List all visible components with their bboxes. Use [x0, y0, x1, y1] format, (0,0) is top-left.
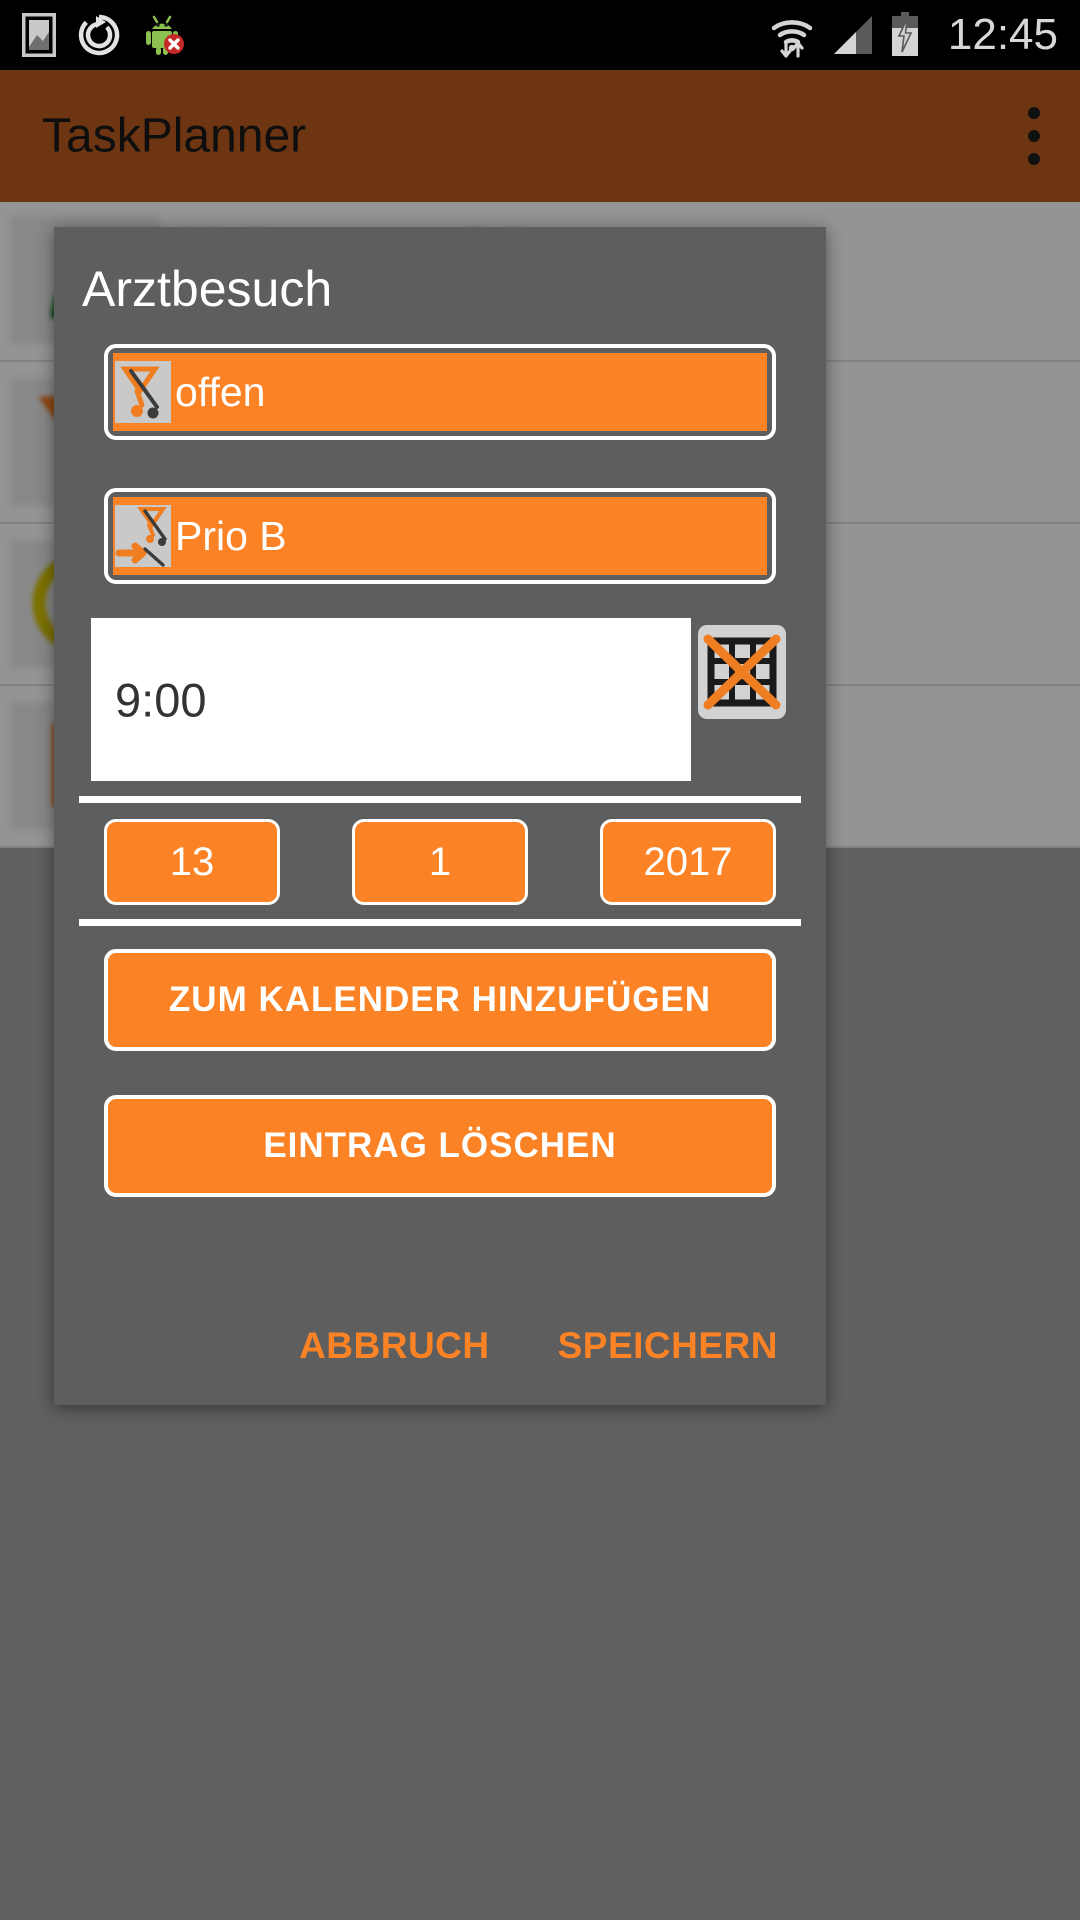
save-button[interactable]: SPEICHERN [558, 1325, 778, 1367]
cellular-signal-icon [830, 12, 876, 58]
status-bar-clock: 12:45 [947, 10, 1058, 59]
status-bar-right-icons: 12:45 [768, 10, 1058, 60]
calendar-remove-button[interactable] [698, 625, 786, 719]
status-open-icon [115, 361, 171, 423]
app-title: TaskPlanner [42, 109, 307, 163]
priority-arrow-icon [115, 505, 171, 567]
priority-spinner-value: Prio B [175, 512, 287, 559]
dialog-title: Arztbesuch [82, 261, 333, 317]
screenshot-icon [21, 12, 57, 58]
android-error-icon [142, 13, 186, 57]
overflow-menu-icon[interactable] [1028, 107, 1040, 165]
date-year-button[interactable]: 2017 [600, 819, 776, 905]
sync-icon [78, 14, 120, 56]
time-input[interactable]: 9:00 [91, 618, 691, 781]
date-month-button[interactable]: 1 [352, 819, 528, 905]
priority-spinner[interactable]: Prio B [104, 488, 776, 584]
calendar-remove-icon [703, 634, 781, 710]
app-bar: TaskPlanner [0, 70, 1080, 202]
delete-entry-button[interactable]: EINTRAG LÖSCHEN [104, 1095, 776, 1197]
wifi-data-icon [768, 11, 816, 59]
date-day-button[interactable]: 13 [104, 819, 280, 905]
time-input-value: 9:00 [115, 673, 207, 726]
status-spinner-value: offen [175, 368, 266, 415]
status-bar: 12:45 [0, 0, 1080, 70]
battery-charging-icon [890, 12, 920, 58]
status-bar-left-icons [21, 12, 186, 58]
status-spinner[interactable]: offen [104, 344, 776, 440]
dialog-action-bar: ABBRUCH SPEICHERN [54, 1287, 826, 1405]
add-to-calendar-button[interactable]: ZUM KALENDER HINZUFÜGEN [104, 949, 776, 1051]
divider [79, 919, 801, 926]
cancel-button[interactable]: ABBRUCH [299, 1325, 490, 1367]
edit-task-dialog: Arztbesuch offen Prio B 9:00 13 1 2017 Z… [54, 227, 826, 1405]
date-picker-row: 13 1 2017 [104, 819, 776, 905]
divider [79, 796, 801, 803]
